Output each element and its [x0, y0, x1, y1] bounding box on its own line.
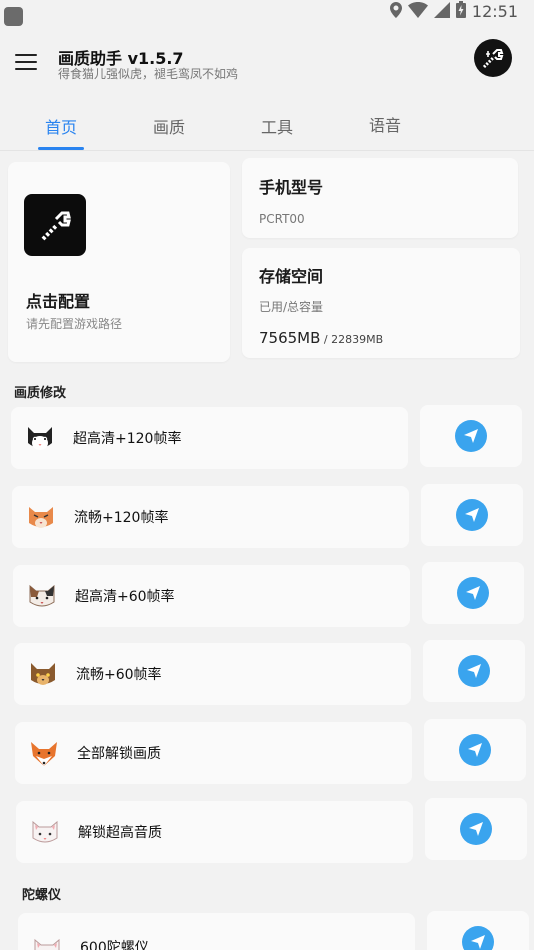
- config-wrench-icon: [24, 194, 86, 256]
- brown-cat-icon: [28, 659, 58, 689]
- quality-item-label: 全部解锁画质: [77, 746, 161, 762]
- quality-item-label: 超高清+60帧率: [75, 589, 175, 605]
- phone-model-card: 手机型号 PCRT00: [242, 158, 518, 238]
- status-icons: 12:51: [389, 1, 518, 22]
- tab-bar: 首页 画质 工具 语音: [0, 104, 534, 152]
- battery-icon: [455, 1, 466, 22]
- divider: [0, 150, 534, 151]
- storage-label: 已用/总容量: [259, 300, 324, 314]
- status-bar: 12:51: [0, 0, 534, 26]
- signal-icon: [433, 1, 450, 22]
- app-logo-button[interactable]: [474, 39, 512, 77]
- black-white-cat-icon: [25, 423, 55, 453]
- fox-icon: [29, 738, 59, 768]
- config-title: 点击配置: [26, 292, 91, 311]
- menu-button[interactable]: [15, 54, 37, 72]
- storage-used: 7565MB: [259, 329, 321, 347]
- send-icon: [455, 420, 487, 452]
- send-icon: [460, 813, 492, 845]
- send-icon: [456, 499, 488, 531]
- orange-cat-icon: [26, 502, 56, 532]
- storage-usage: 7565MB / 22839MB: [259, 328, 383, 347]
- apply-button[interactable]: [424, 719, 526, 781]
- config-card[interactable]: 点击配置 请先配置游戏路径: [8, 162, 230, 362]
- tab-voice[interactable]: 语音: [369, 112, 401, 136]
- section-gyro-title: 陀螺仪: [22, 888, 62, 903]
- section-quality-title: 画质修改: [14, 386, 67, 401]
- white-cat-icon: [32, 935, 62, 950]
- calico-cat-icon: [27, 581, 57, 611]
- apply-button[interactable]: [420, 405, 522, 467]
- quality-item-label: 解锁超高音质: [78, 825, 162, 841]
- quality-item-label: 超高清+120帧率: [73, 431, 182, 447]
- menu-icon: [15, 54, 37, 56]
- quality-item[interactable]: 超高清+120帧率: [11, 407, 408, 469]
- quality-item[interactable]: 全部解锁画质: [15, 722, 412, 784]
- gyro-item[interactable]: 600陀螺仪: [18, 913, 415, 950]
- clock: 12:51: [471, 2, 518, 21]
- apply-button[interactable]: [423, 640, 525, 702]
- storage-card: 存储空间 已用/总容量 7565MB / 22839MB: [242, 248, 520, 358]
- storage-total: / 22839MB: [320, 333, 384, 346]
- phone-model-title: 手机型号: [259, 178, 324, 197]
- app-header: 画质助手 v1.5.7 得食猫儿强似虎，褪毛鸾凤不如鸡: [0, 24, 534, 94]
- apply-button[interactable]: [427, 911, 529, 950]
- location-icon: [389, 1, 402, 22]
- tab-quality[interactable]: 画质: [153, 114, 185, 138]
- quality-item[interactable]: 解锁超高音质: [16, 801, 413, 863]
- apply-button[interactable]: [421, 484, 523, 546]
- apply-button[interactable]: [422, 562, 524, 624]
- apply-button[interactable]: [425, 798, 527, 860]
- white-cat-icon: [30, 817, 60, 847]
- app-subtitle: 得食猫儿强似虎，褪毛鸾凤不如鸡: [58, 67, 239, 81]
- quality-item-label: 流畅+120帧率: [74, 510, 169, 526]
- send-icon: [457, 577, 489, 609]
- wrench-logo-icon: [482, 49, 504, 69]
- wifi-icon: [407, 1, 428, 22]
- send-icon: [459, 734, 491, 766]
- gyro-item-label: 600陀螺仪: [80, 940, 149, 950]
- tab-tools[interactable]: 工具: [261, 114, 293, 138]
- storage-title: 存储空间: [259, 267, 324, 286]
- quality-item[interactable]: 流畅+120帧率: [12, 486, 409, 548]
- quality-item-label: 流畅+60帧率: [76, 667, 162, 683]
- phone-model-value: PCRT00: [259, 212, 305, 226]
- quality-item[interactable]: 超高清+60帧率: [13, 565, 410, 627]
- quality-item[interactable]: 流畅+60帧率: [14, 643, 411, 705]
- tab-home[interactable]: 首页: [45, 114, 77, 138]
- config-subtitle: 请先配置游戏路径: [26, 317, 123, 331]
- send-icon: [462, 926, 494, 950]
- send-icon: [458, 655, 490, 687]
